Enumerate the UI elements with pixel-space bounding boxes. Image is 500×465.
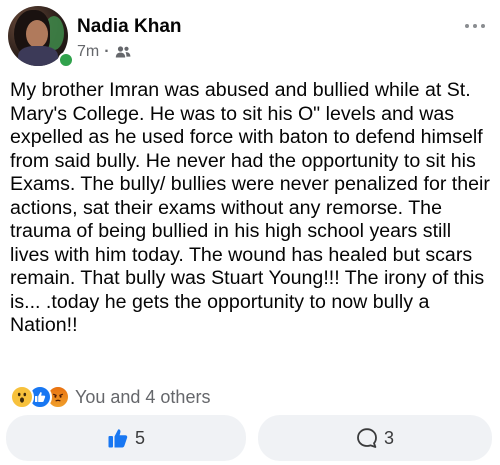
avatar-shirt: [18, 46, 58, 66]
online-status-dot: [58, 52, 74, 68]
comment-count: 3: [383, 427, 394, 448]
more-options-button[interactable]: [460, 14, 490, 38]
meta-separator: ·: [104, 43, 110, 60]
like-button[interactable]: 5: [6, 415, 246, 461]
action-bar: 5 3: [0, 415, 500, 463]
reaction-icons: [10, 385, 70, 409]
reactions-count-text[interactable]: You and 4 others: [75, 387, 210, 408]
post-body-text: My brother Imran was abused and bullied …: [10, 79, 490, 336]
post-timestamp[interactable]: 7m: [77, 43, 99, 61]
comment-bubble-icon: [356, 427, 378, 449]
thumbs-up-icon: [107, 427, 129, 449]
comment-button[interactable]: 3: [258, 415, 492, 461]
author-name[interactable]: Nadia Khan: [77, 16, 182, 38]
post-header: Nadia Khan 7m ·: [0, 0, 500, 74]
reactions-summary[interactable]: You and 4 others: [10, 385, 210, 409]
post-meta: 7m ·: [77, 42, 131, 62]
friends-icon[interactable]: [115, 45, 131, 59]
like-count: 5: [134, 427, 145, 448]
wow-reaction-icon: [10, 385, 34, 409]
avatar-face: [26, 20, 48, 48]
more-dot-icon: [481, 24, 485, 28]
more-dot-icon: [465, 24, 469, 28]
more-dot-icon: [473, 24, 477, 28]
